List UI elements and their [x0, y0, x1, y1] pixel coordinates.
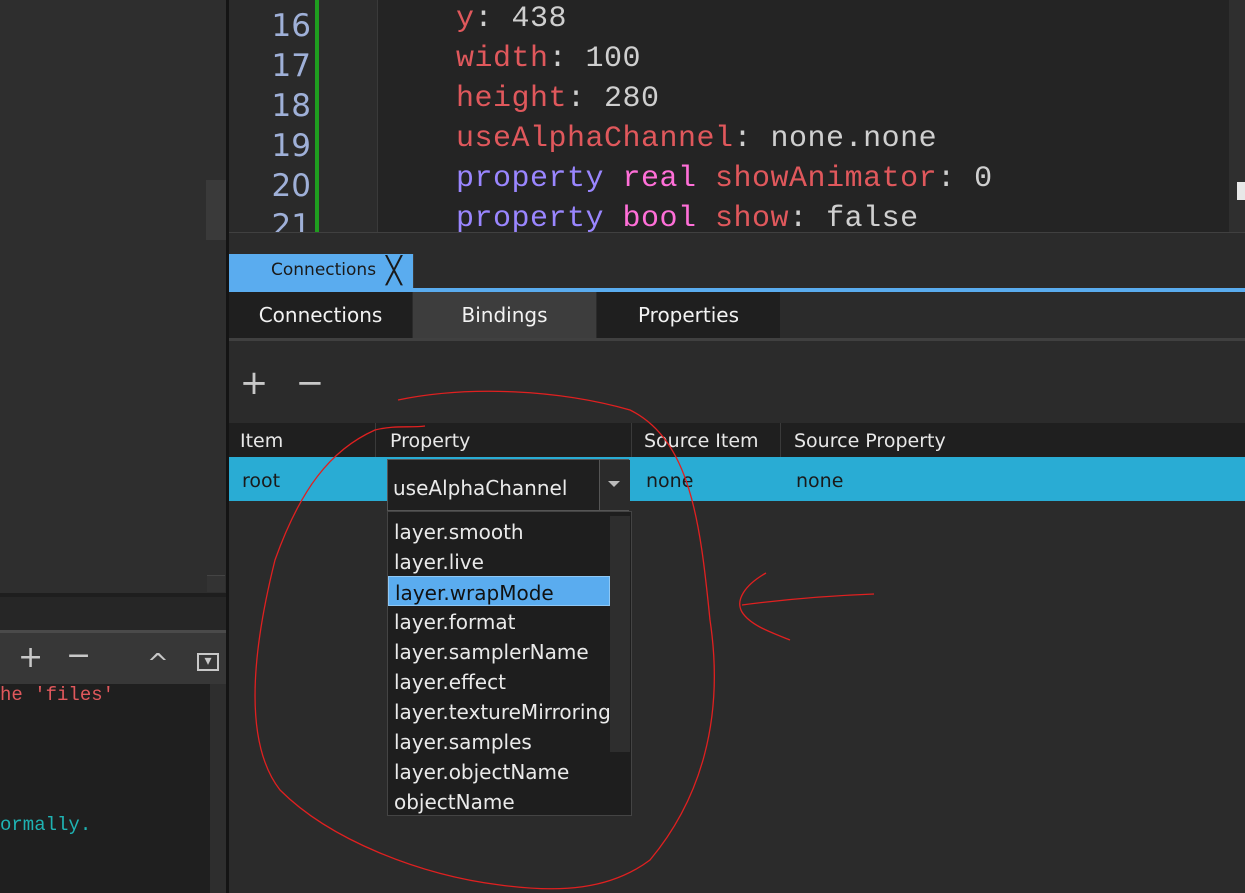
code-token: bool [622, 202, 716, 232]
dropdown-option[interactable]: layer.smooth [388, 516, 610, 546]
property-combobox[interactable]: useAlphaChannel [387, 459, 630, 511]
tab-properties[interactable]: Properties [597, 292, 780, 338]
chevron-up-icon[interactable]: ^ [147, 649, 169, 679]
dropdown-menu-icon[interactable]: ▾ [197, 653, 219, 671]
code-token: : 100 [548, 42, 642, 76]
column-header-source-item[interactable]: Source Item [633, 423, 781, 457]
tab-connections[interactable]: Connections [229, 292, 412, 338]
code-token: property [456, 162, 623, 196]
code-token: property [456, 202, 623, 232]
line-number: 19 [271, 128, 311, 164]
bindings-toolbar: + − [229, 341, 1245, 423]
code-token: : false [789, 202, 919, 232]
cell-source-property[interactable]: none [796, 457, 843, 501]
dropdown-option[interactable]: layer.effect [388, 666, 610, 696]
dropdown-scrollbar[interactable] [610, 516, 630, 752]
output-toolbar: + − ^ ▾ [0, 630, 226, 687]
remove-binding-button[interactable]: − [295, 363, 325, 403]
code-line[interactable]: y: 438 [456, 2, 567, 36]
code-token: : 280 [567, 82, 660, 116]
tab-bindings[interactable]: Bindings [413, 292, 596, 338]
fold-gutter [319, 0, 378, 232]
code-token: width [456, 42, 549, 76]
bindings-table: Item Property Source Item Source Propert… [229, 423, 1245, 893]
dropdown-option[interactable]: objectName [388, 786, 610, 816]
code-editor[interactable]: 16 y: 438 17 width: 100 18 height: 280 19 useAl… [229, 0, 1245, 232]
left-pane-scrollbar[interactable] [206, 180, 226, 240]
table-header: Item Property Source Item Source Propert… [229, 423, 1245, 457]
line-number: 21 [271, 208, 311, 232]
code-line[interactable]: height: 280 [456, 82, 660, 116]
dropdown-option[interactable]: layer.live [388, 546, 610, 576]
dropdown-option[interactable]: layer.samples [388, 726, 610, 756]
console-line: he 'files' [0, 684, 115, 706]
code-line[interactable]: property bool show: false [456, 202, 919, 232]
combobox-value: useAlphaChannel [393, 476, 568, 500]
console-line: ormally. [0, 814, 92, 836]
code-token: show [715, 202, 790, 232]
output-console-scrollbar[interactable] [210, 684, 226, 893]
cell-source-item[interactable]: none [646, 457, 693, 501]
close-icon[interactable]: ╳ [381, 258, 407, 284]
column-header-item[interactable]: Item [229, 423, 376, 457]
dropdown-option[interactable]: layer.objectName [388, 756, 610, 786]
column-header-source-property[interactable]: Source Property [783, 423, 1245, 457]
code-token: showAnimator [715, 162, 938, 196]
dropdown-option[interactable]: layer.format [388, 606, 610, 636]
add-icon[interactable]: + [18, 643, 43, 673]
dropdown-option[interactable]: layer.textureMirroring [388, 696, 611, 726]
line-number: 18 [271, 88, 311, 124]
editor-scroll-thumb[interactable] [1237, 182, 1245, 200]
tab-connections-dock[interactable]: Connections ╳ [229, 254, 414, 288]
line-number: 20 [271, 168, 311, 204]
column-header-property[interactable]: Property [379, 423, 632, 457]
line-number: 16 [271, 8, 311, 44]
left-pane-scroll-corner [207, 575, 225, 592]
code-token: : 0 [937, 162, 993, 196]
code-line[interactable]: useAlphaChannel: none.none [456, 122, 937, 156]
dropdown-option[interactable]: layer.samplerName [388, 636, 610, 666]
code-token: useAlphaChannel [456, 122, 734, 156]
add-binding-button[interactable]: + [239, 363, 269, 403]
code-token: real [622, 162, 716, 196]
left-pane [0, 0, 226, 593]
chevron-down-icon [608, 481, 620, 487]
tab-label: Connections [271, 260, 377, 280]
code-line[interactable]: width: 100 [456, 42, 641, 76]
code-token: height [456, 82, 568, 116]
combobox-arrow-button[interactable] [599, 460, 630, 510]
code-token: y [456, 2, 475, 36]
property-dropdown-list[interactable]: layer.smooth layer.live layer.wrapMode laye… [387, 511, 632, 816]
line-number: 17 [271, 48, 311, 84]
cell-item[interactable]: root [242, 457, 280, 501]
connections-subtabs: Connections Bindings Properties [229, 292, 1245, 338]
dock-strip [229, 232, 1245, 253]
code-line[interactable]: property real showAnimator: 0 [456, 162, 993, 196]
dropdown-option[interactable]: layer.wrapMode [388, 576, 610, 606]
minus-icon[interactable]: − [66, 641, 91, 671]
code-token: : none.none [733, 122, 938, 156]
code-token: : 438 [474, 2, 568, 36]
table-row[interactable]: root none none [229, 457, 1245, 501]
output-console: he 'files' ormally. [0, 684, 210, 893]
